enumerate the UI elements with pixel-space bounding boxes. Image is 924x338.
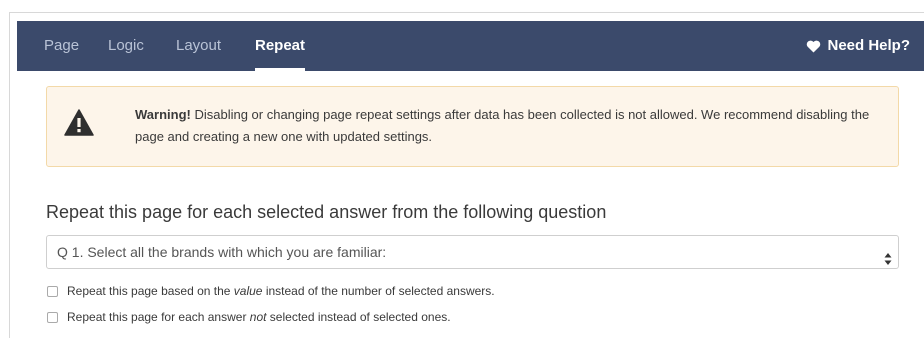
tab-layout[interactable]: Layout bbox=[176, 21, 221, 71]
tab-repeat[interactable]: Repeat bbox=[255, 21, 306, 71]
need-help-link[interactable]: Need Help? bbox=[806, 21, 910, 71]
repeat-not-selected-option[interactable]: Repeat this page for each answer not sel… bbox=[47, 310, 451, 324]
heart-icon bbox=[806, 40, 821, 53]
select-arrows-icon bbox=[884, 245, 892, 277]
warning-alert: Warning! Disabling or changing page repe… bbox=[46, 86, 899, 167]
repeat-by-value-label: Repeat this page based on the value inst… bbox=[67, 284, 495, 298]
repeat-not-selected-checkbox[interactable] bbox=[47, 311, 58, 323]
warning-body: Disabling or changing page repeat settin… bbox=[135, 107, 870, 144]
need-help-label: Need Help? bbox=[827, 37, 910, 54]
question-select-value: Q 1. Select all the brands with which yo… bbox=[57, 244, 387, 260]
warning-bold-label: Warning! bbox=[135, 107, 191, 122]
tab-page[interactable]: Page bbox=[44, 21, 79, 71]
top-nav-bar: Page Logic Layout Repeat Need Help? bbox=[17, 21, 924, 71]
repeat-by-value-option[interactable]: Repeat this page based on the value inst… bbox=[47, 284, 495, 298]
warning-message: Warning! Disabling or changing page repe… bbox=[135, 104, 880, 148]
question-select[interactable]: Q 1. Select all the brands with which yo… bbox=[46, 235, 899, 269]
repeat-not-selected-label: Repeat this page for each answer not sel… bbox=[67, 310, 451, 324]
repeat-by-value-checkbox[interactable] bbox=[47, 285, 58, 297]
repeat-section-title: Repeat this page for each selected answe… bbox=[46, 202, 607, 222]
tab-logic[interactable]: Logic bbox=[108, 21, 144, 71]
warning-triangle-icon bbox=[64, 109, 94, 141]
